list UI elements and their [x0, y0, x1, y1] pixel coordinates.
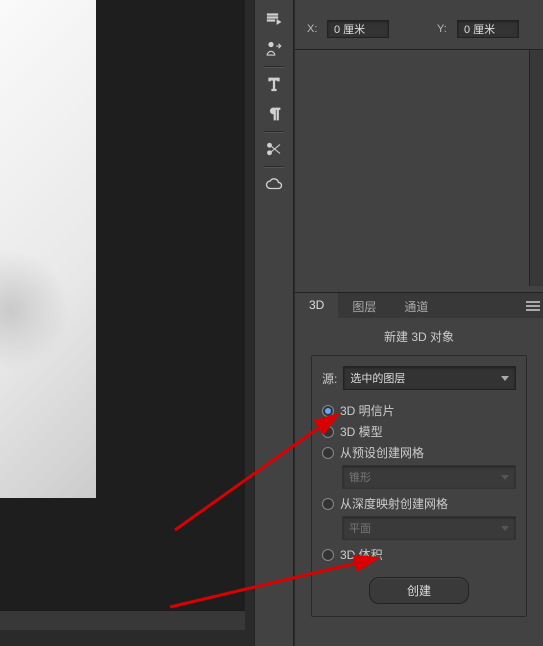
panel-tabs: 3D 图层 通道 — [295, 292, 543, 318]
x-input[interactable] — [327, 20, 389, 38]
tab-3d[interactable]: 3D — [295, 293, 338, 318]
label-depth-map: 从深度映射创建网格 — [340, 495, 448, 512]
label-mesh-preset: 从预设创建网格 — [340, 444, 424, 461]
label-3d-volume: 3D 体积 — [340, 546, 383, 563]
tab-layers[interactable]: 图层 — [338, 293, 390, 318]
paragraph-flow-icon[interactable] — [258, 6, 290, 32]
person-arrow-icon[interactable] — [258, 36, 290, 62]
label-3d-postcard: 3D 明信片 — [340, 402, 395, 419]
chevron-down-icon — [501, 475, 509, 480]
radio-depth-map[interactable] — [322, 498, 334, 510]
pilcrow-icon[interactable] — [258, 101, 290, 127]
mesh-preset-select: 锥形 — [342, 465, 516, 489]
panel-3d-title: 新建 3D 对象 — [311, 328, 527, 345]
y-label: Y: — [437, 23, 451, 35]
source-value: 选中的图层 — [350, 370, 405, 386]
canvas-area — [0, 0, 245, 625]
panel-scrollbar[interactable] — [529, 50, 543, 286]
vertical-toolbar — [254, 0, 294, 646]
radio-3d-volume[interactable] — [322, 549, 334, 561]
canvas-statusbar — [0, 610, 245, 630]
properties-panel: X: Y: — [295, 0, 543, 50]
panel-menu-icon[interactable] — [523, 293, 543, 318]
depth-preset-select: 平面 — [342, 516, 516, 540]
label-3d-model: 3D 模型 — [340, 423, 383, 440]
radio-3d-model[interactable] — [322, 426, 334, 438]
mesh-preset-value: 锥形 — [349, 469, 371, 485]
cloud-icon[interactable] — [258, 171, 290, 197]
y-input[interactable] — [457, 20, 519, 38]
new-3d-group: 源: 选中的图层 3D 明信片 3D 模型 从预设创建网格 锥形 — [311, 355, 527, 617]
right-panel: X: Y: 3D 图层 通道 新建 3D 对象 源: 选中的图层 3D 明信片 — [295, 0, 543, 646]
x-label: X: — [307, 23, 321, 35]
chevron-down-icon — [501, 526, 509, 531]
scissors-icon[interactable] — [258, 136, 290, 162]
document-canvas[interactable] — [0, 0, 96, 498]
create-button[interactable]: 创建 — [369, 577, 469, 604]
depth-preset-value: 平面 — [349, 520, 371, 536]
chevron-down-icon — [501, 376, 509, 381]
source-label: 源: — [322, 370, 337, 387]
radio-mesh-preset[interactable] — [322, 447, 334, 459]
source-select[interactable]: 选中的图层 — [343, 366, 516, 390]
type-icon[interactable] — [258, 71, 290, 97]
tab-channels[interactable]: 通道 — [390, 293, 442, 318]
radio-3d-postcard[interactable] — [322, 405, 334, 417]
panel-3d-body: 新建 3D 对象 源: 选中的图层 3D 明信片 3D 模型 从预设创建网格 — [295, 318, 543, 617]
